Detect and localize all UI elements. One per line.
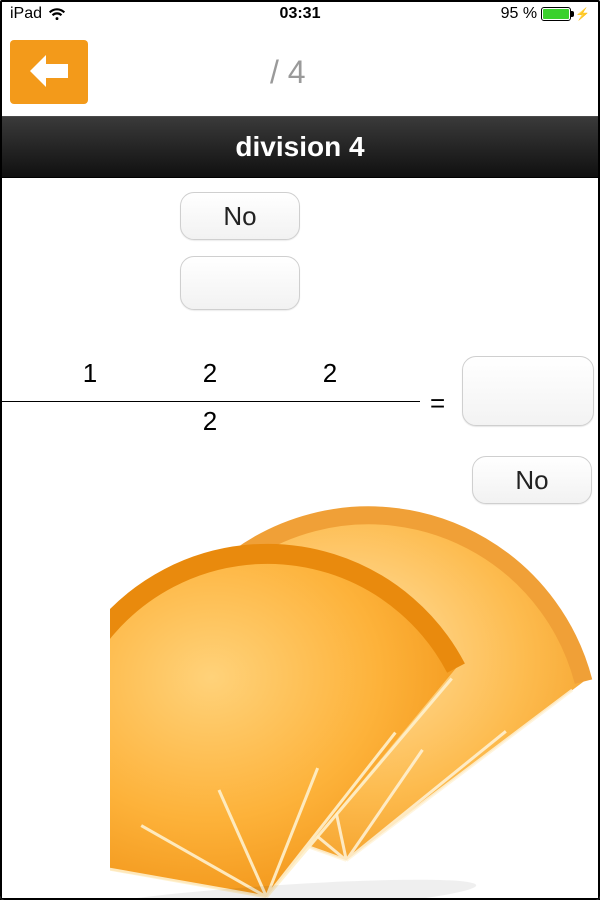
answer-input[interactable]: [462, 356, 594, 426]
section-title: division 4: [0, 116, 600, 178]
numerator-1: 1: [83, 358, 97, 389]
nav-bar: / 4: [0, 28, 600, 116]
status-time: 03:31: [280, 5, 321, 23]
numerator-3: 2: [323, 358, 337, 389]
no-button-right[interactable]: No: [472, 456, 592, 504]
charging-icon: ⚡: [575, 8, 590, 20]
fraction-divisor: 2: [0, 406, 420, 437]
battery-percent: 95 %: [501, 5, 537, 23]
numerator-2: 2: [203, 358, 217, 389]
device-label: iPad: [10, 5, 42, 23]
equals-sign: =: [430, 388, 445, 419]
main-area: No 1 2 2 2 = No: [0, 178, 600, 900]
battery-icon: [541, 7, 571, 21]
page-title: / 4: [270, 54, 306, 91]
back-button[interactable]: [10, 40, 88, 104]
fraction-numerator-row: 1 2 2: [0, 358, 420, 402]
status-bar: iPad 03:31 95 % ⚡: [0, 0, 600, 28]
no-button-top[interactable]: No: [180, 192, 300, 240]
input-top[interactable]: [180, 256, 300, 310]
back-arrow-icon: [26, 53, 72, 92]
wifi-icon: [48, 7, 66, 21]
